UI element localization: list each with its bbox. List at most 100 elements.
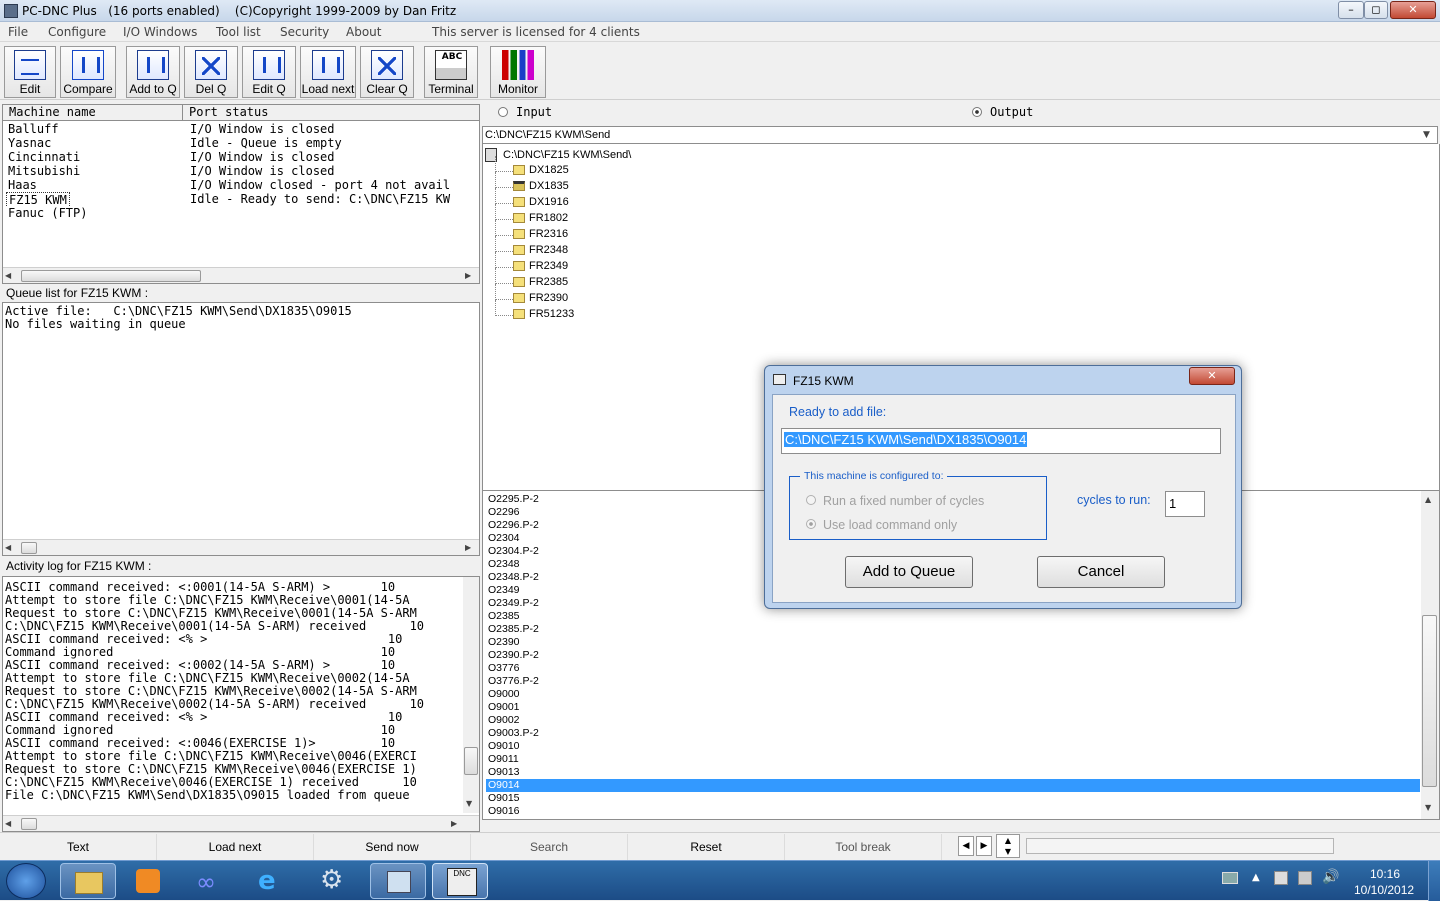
load-next-bottom-button[interactable]: Load next <box>157 834 314 860</box>
clock-date[interactable]: 10/10/2012 <box>1354 883 1414 897</box>
file-item[interactable]: O2385.P-2 <box>486 623 1420 636</box>
internet-explorer-taskbar-icon[interactable]: e <box>244 863 300 899</box>
prev-arrow-icon[interactable]: ◀ <box>958 836 974 856</box>
path-combobox[interactable]: C:\DNC\FZ15 KWM\Send ▼ <box>482 126 1438 144</box>
edit-button[interactable]: Edit <box>4 46 56 98</box>
spinner-icon[interactable]: ▲ ▼ <box>996 834 1020 858</box>
menu-file[interactable]: File <box>8 25 28 39</box>
tree-folder[interactable]: FR51233 <box>513 308 574 324</box>
scroll-right-arrow-icon[interactable]: ▶ <box>465 543 471 552</box>
close-button[interactable]: ✕ <box>1390 1 1436 19</box>
network-icon[interactable] <box>1298 871 1312 885</box>
file-item[interactable]: O9010 <box>486 740 1420 753</box>
file-item[interactable]: O9003.P-2 <box>486 727 1420 740</box>
tree-folder[interactable]: DX1835 <box>513 180 569 196</box>
compare-button[interactable]: Compare <box>60 46 116 98</box>
load-command-radio[interactable] <box>806 519 816 529</box>
scroll-down-arrow-icon[interactable]: ▼ <box>1425 803 1431 812</box>
tree-folder[interactable]: FR2349 <box>513 260 568 276</box>
scroll-left-arrow-icon[interactable]: ◀ <box>5 271 11 280</box>
file-item[interactable]: O3776.P-2 <box>486 675 1420 688</box>
machine-row[interactable]: FZ15 KWM Idle - Ready to send: C:\DNC\FZ1… <box>3 192 479 206</box>
media-player-taskbar-icon[interactable] <box>120 863 176 899</box>
queue-hscrollbar[interactable]: ◀ ▶ <box>3 539 479 555</box>
reset-button[interactable]: Reset <box>628 834 785 860</box>
activity-hscrollbar[interactable]: ◀ ▶ <box>3 815 479 831</box>
settings-taskbar-icon[interactable]: ⚙ <box>306 863 362 899</box>
machine-list[interactable]: Machine name Port status Balluff I/O Wind… <box>2 104 480 284</box>
tree-folder[interactable]: FR1802 <box>513 212 568 228</box>
scroll-down-arrow-icon[interactable]: ▼ <box>466 799 472 808</box>
maximize-button[interactable]: ◻ <box>1364 1 1388 19</box>
menu-configure[interactable]: Configure <box>48 25 106 39</box>
scroll-left-arrow-icon[interactable]: ◀ <box>5 543 11 552</box>
scroll-thumb[interactable] <box>1422 615 1437 787</box>
file-path-input[interactable]: C:\DNC\FZ15 KWM\Send\DX1835\O9014 <box>781 428 1221 454</box>
menu-tool-list[interactable]: Tool list <box>216 25 261 39</box>
cancel-button[interactable]: Cancel <box>1037 556 1165 588</box>
tool-break-button[interactable]: Tool break <box>785 834 942 860</box>
machine-list-hscrollbar[interactable]: ◀ ▶ <box>3 267 479 283</box>
activity-vscrollbar[interactable]: ▼ <box>463 577 479 813</box>
output-radio[interactable] <box>972 107 982 117</box>
machine-row[interactable]: Haas I/O Window closed - port 4 not avail <box>3 178 479 192</box>
file-item[interactable]: O3776 <box>486 662 1420 675</box>
file-item[interactable]: O2390.P-2 <box>486 649 1420 662</box>
tree-folder[interactable]: FR2390 <box>513 292 568 308</box>
terminal-button[interactable]: Terminal <box>424 46 478 98</box>
volume-icon[interactable]: 🔊 <box>1322 869 1339 885</box>
chevron-down-icon[interactable]: ▼ <box>1423 130 1430 140</box>
queue-list[interactable]: Active file: C:\DNC\FZ15 KWM\Send\DX1835… <box>2 302 480 556</box>
next-arrow-icon[interactable]: ▶ <box>976 836 992 856</box>
show-desktop-button[interactable] <box>1428 861 1440 901</box>
clear-q-button[interactable]: Clear Q <box>360 46 414 98</box>
add-to-q-button[interactable]: Add to Q <box>126 46 180 98</box>
machine-row[interactable]: Balluff I/O Window is closed <box>3 122 479 136</box>
tree-root[interactable]: C:\DNC\FZ15 KWM\Send\ <box>503 149 631 161</box>
machine-row[interactable]: Mitsubishi I/O Window is closed <box>3 164 479 178</box>
machine-row[interactable]: Yasnac Idle - Queue is empty <box>3 136 479 150</box>
file-item[interactable]: O2390 <box>486 636 1420 649</box>
keyboard-icon[interactable] <box>1222 872 1238 884</box>
scroll-left-arrow-icon[interactable]: ◀ <box>5 819 11 828</box>
minimize-button[interactable]: – <box>1338 1 1364 19</box>
file-item[interactable]: O9011 <box>486 753 1420 766</box>
machine-row[interactable]: Fanuc (FTP) <box>3 206 479 220</box>
scroll-thumb[interactable] <box>464 747 478 775</box>
del-q-button[interactable]: Del Q <box>184 46 238 98</box>
start-button[interactable] <box>6 863 46 899</box>
tree-folder[interactable]: DX1916 <box>513 196 569 212</box>
network-taskbar-icon[interactable] <box>370 863 426 899</box>
cycles-input[interactable]: 1 <box>1165 491 1205 517</box>
infinity-app-taskbar-icon[interactable]: ∞ <box>182 863 238 899</box>
pc-dnc-taskbar-button[interactable]: DNC <box>432 863 488 899</box>
file-item[interactable]: O9013 <box>486 766 1420 779</box>
scroll-thumb[interactable] <box>21 542 37 554</box>
clock-time[interactable]: 10:16 <box>1370 867 1400 881</box>
scroll-right-arrow-icon[interactable]: ▶ <box>451 819 457 828</box>
tree-folder[interactable]: DX1825 <box>513 164 569 180</box>
load-next-button[interactable]: Load next <box>300 46 356 98</box>
activity-log[interactable]: ASCII command received: <:0001(14-5A S-A… <box>2 576 480 832</box>
monitor-button[interactable]: Monitor <box>490 46 546 98</box>
column-header-machine-name[interactable]: Machine name <box>3 105 183 121</box>
menu-about[interactable]: About <box>346 25 381 39</box>
scroll-right-arrow-icon[interactable]: ▶ <box>465 271 471 280</box>
search-button[interactable]: Search <box>471 834 628 860</box>
scroll-up-arrow-icon[interactable]: ▲ <box>1425 495 1431 504</box>
machine-row[interactable]: Cincinnati I/O Window is closed <box>3 150 479 164</box>
show-hidden-icons-icon[interactable]: ▲ <box>1252 872 1260 883</box>
menu-security[interactable]: Security <box>280 25 329 39</box>
scroll-thumb[interactable] <box>21 818 37 830</box>
action-center-icon[interactable] <box>1274 871 1288 885</box>
menu-io-windows[interactable]: I/O Windows <box>123 25 197 39</box>
explorer-taskbar-icon[interactable] <box>60 863 116 899</box>
edit-q-button[interactable]: Edit Q <box>242 46 296 98</box>
file-item[interactable]: O9015 <box>486 792 1420 805</box>
text-button[interactable]: Text <box>0 834 157 860</box>
file-item[interactable]: O2385 <box>486 610 1420 623</box>
scroll-thumb[interactable] <box>21 270 201 282</box>
file-list-vscrollbar[interactable]: ▲ ▼ <box>1421 491 1439 819</box>
send-now-button[interactable]: Send now <box>314 834 471 860</box>
file-item[interactable]: O9014 <box>486 779 1420 792</box>
